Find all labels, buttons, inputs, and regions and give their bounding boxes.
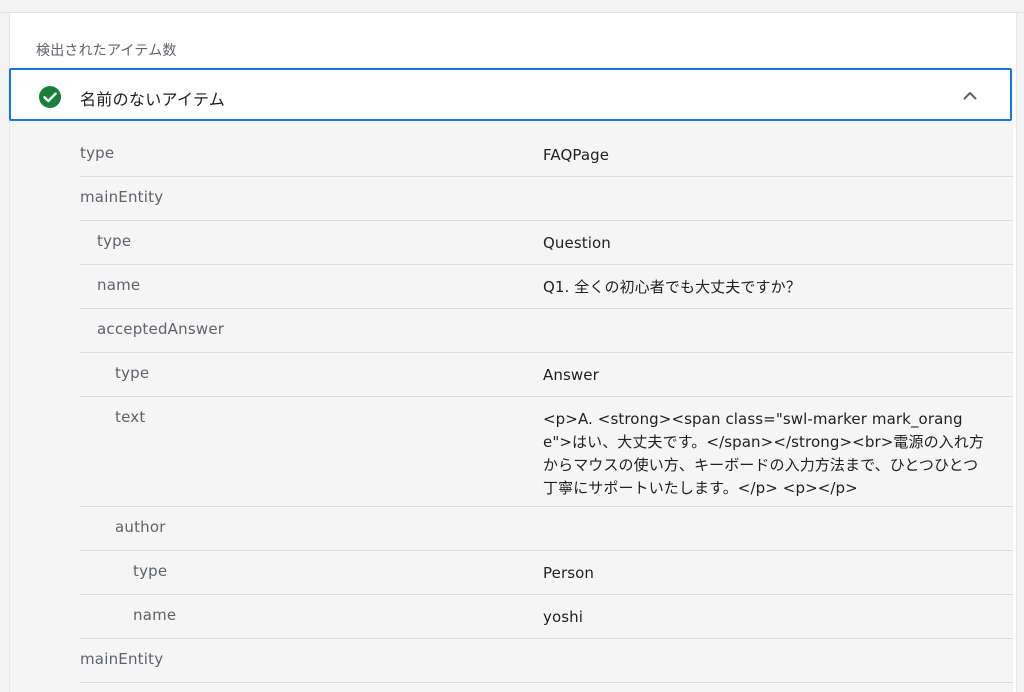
property-value: Person xyxy=(543,564,595,582)
property-key: type xyxy=(80,144,115,162)
property-row: type Question xyxy=(80,232,1013,265)
property-row: author xyxy=(80,518,1013,551)
property-value: Answer xyxy=(543,366,599,384)
property-key: text xyxy=(115,408,146,426)
top-band xyxy=(0,0,1024,13)
item-details: type FAQPage mainEntity type Question na… xyxy=(10,122,1013,692)
property-row: acceptedAnswer xyxy=(80,320,1013,353)
item-header[interactable]: 名前のないアイテム xyxy=(9,68,1012,121)
property-value: FAQPage xyxy=(543,146,610,164)
property-key: name xyxy=(133,606,177,624)
property-row: type FAQPage xyxy=(80,144,1013,177)
property-value: Question xyxy=(543,234,611,252)
item-title: 名前のないアイテム xyxy=(80,90,226,109)
property-key: type xyxy=(115,364,150,382)
property-key: type xyxy=(97,232,132,250)
property-key: mainEntity xyxy=(80,188,164,206)
property-value: yoshi xyxy=(543,608,584,626)
section-label: 検出されたアイテム数 xyxy=(36,43,177,59)
property-value: Q1. 全くの初心者でも大丈夫ですか？ xyxy=(543,278,801,296)
property-row: mainEntity xyxy=(80,188,1013,221)
check-circle-icon xyxy=(38,85,62,109)
chevron-up-icon[interactable] xyxy=(960,86,980,106)
property-value: <p>A. <strong><span class="swl-marker ma… xyxy=(543,410,984,497)
property-row: name Q1. 全くの初心者でも大丈夫ですか？ xyxy=(80,276,1013,309)
property-key: name xyxy=(97,276,141,294)
property-row: type Person xyxy=(80,562,1013,595)
property-key: acceptedAnswer xyxy=(97,320,225,338)
property-row: name yoshi xyxy=(80,606,1013,639)
property-row: text <p>A. <strong><span class="swl-mark… xyxy=(80,408,1013,507)
property-key: type xyxy=(133,562,168,580)
property-key: author xyxy=(115,518,166,536)
property-row: type Answer xyxy=(80,364,1013,397)
property-row: mainEntity xyxy=(80,650,1013,683)
property-key: mainEntity xyxy=(80,650,164,668)
rich-results-panel: 検出されたアイテム数 名前のないアイテム type FAQPage mainEn… xyxy=(0,0,1024,692)
